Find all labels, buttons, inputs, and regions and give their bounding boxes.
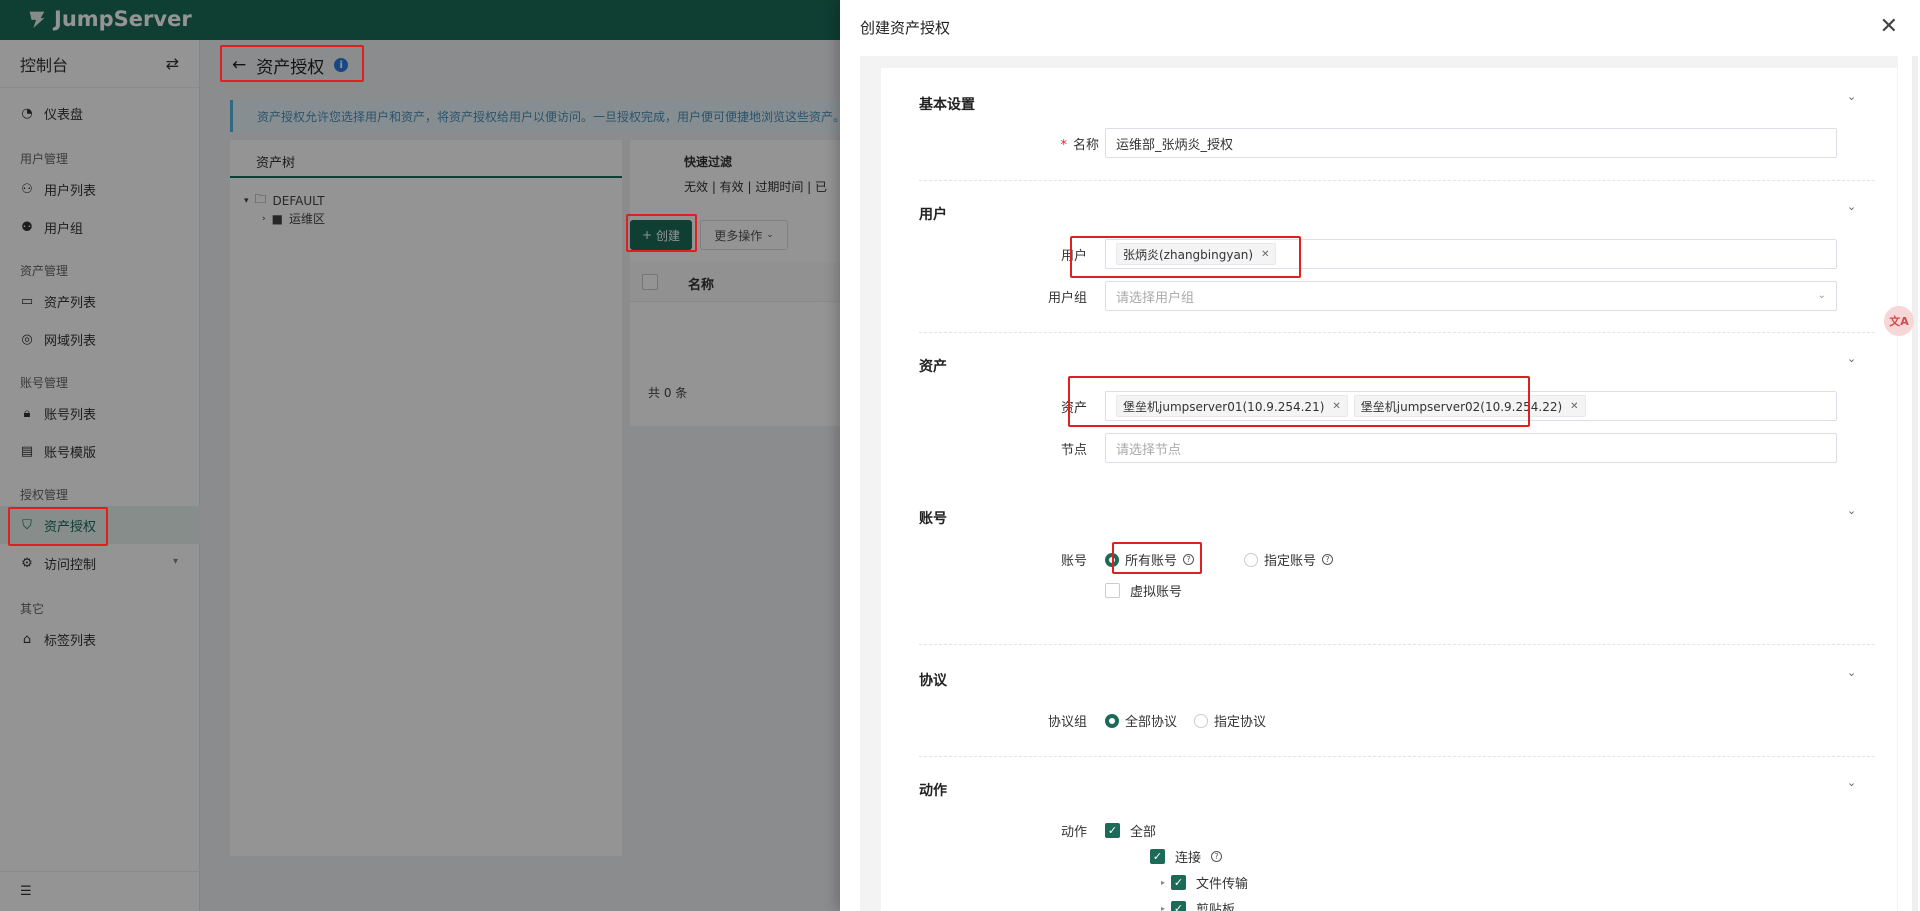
divider [919,332,1875,333]
chevron-down-icon[interactable]: ⌄ [1847,776,1856,789]
users-label: 用户 [1060,249,1087,264]
tag-label: 张炳炎(zhangbingyan) [1123,247,1254,262]
translate-icon[interactable]: 文A [1884,306,1914,336]
chevron-down-icon[interactable]: ⌄ [1847,352,1856,365]
chevron-down-icon[interactable]: ⌄ [1847,90,1856,103]
checkbox-label: 全部 [1130,825,1157,840]
radio-dot [1105,713,1119,728]
check-icon: ✓ [1171,875,1187,890]
checkbox-box [1105,583,1120,598]
check-icon: ✓ [1105,823,1120,838]
assets-select[interactable]: 堡垒机jumpserver01(10.9.254.21) ✕ 堡垒机jumpse… [1105,391,1837,421]
radio-label: 指定协议 [1214,715,1267,730]
section-asset-title: 资产 [919,359,947,375]
protocol-all-radio[interactable]: 全部协议 [1105,711,1177,730]
user-groups-label: 用户组 [1047,291,1087,306]
placeholder: 请选择用户组 [1116,290,1195,306]
nodes-label: 节点 [1060,443,1087,458]
checkbox-label: 文件传输 [1196,877,1249,892]
check-icon: ✓ [1150,849,1165,864]
checkbox-label: 虚拟账号 [1130,585,1183,600]
chevron-down-icon: ⌄ [1817,290,1826,301]
drawer-title: 创建资产授权 [860,18,951,37]
divider [919,180,1875,181]
placeholder: 请选择节点 [1116,442,1182,458]
section-protocol-title: 协议 [919,673,947,689]
name-field-value: 运维部_张炳炎_授权 [1116,137,1234,153]
action-label: 动作 [1060,825,1087,840]
tag-label: 堡垒机jumpserver02(10.9.254.22) [1360,399,1563,414]
virtual-account-checkbox[interactable]: 虚拟账号 [1105,581,1182,600]
radio-label: 所有账号 [1125,554,1178,569]
action-clipboard-checkbox[interactable]: ▸ ✓ 剪贴板 [1161,899,1235,911]
chevron-down-icon[interactable]: ⌄ [1847,666,1856,679]
drawer-body: 基本设置 ⌄ * 名称 运维部_张炳炎_授权 用户 ⌄ 用户 张炳炎(zhangb… [860,56,1898,911]
radio-dot [1244,552,1258,567]
radio-dot [1105,552,1119,567]
section-user-title: 用户 [919,207,947,223]
name-field[interactable]: 运维部_张炳炎_授权 [1105,128,1837,158]
chevron-down-icon[interactable]: ⌄ [1847,200,1856,213]
account-all-radio[interactable]: 所有账号 ? [1105,550,1195,569]
create-permission-drawer: 创建资产授权 ✕ 基本设置 ⌄ * 名称 运维部_张炳炎_授权 用户 ⌄ 用户 张… [840,0,1920,911]
close-icon[interactable]: ✕ [1880,16,1898,38]
protocol-group-label: 协议组 [1047,715,1087,730]
radio-label: 全部协议 [1125,715,1178,730]
divider [919,644,1875,645]
help-icon[interactable]: ? [1183,554,1195,565]
chevron-down-icon[interactable]: ⌄ [1847,504,1856,517]
remove-tag-icon[interactable]: ✕ [1332,401,1340,412]
users-select[interactable]: 张炳炎(zhangbingyan) ✕ [1105,239,1837,269]
action-transfer-checkbox[interactable]: ▸ ✓ 文件传输 [1161,873,1248,892]
nodes-select[interactable]: 请选择节点 [1105,433,1837,463]
selected-asset-tag: 堡垒机jumpserver02(10.9.254.22) ✕ [1353,395,1586,417]
user-groups-select[interactable]: 请选择用户组 ⌄ [1105,281,1837,311]
help-icon[interactable]: ? [1211,851,1223,862]
selected-user-tag: 张炳炎(zhangbingyan) ✕ [1116,243,1277,265]
checkbox-label: 连接 [1175,851,1202,866]
radio-dot [1194,713,1208,728]
action-connect-checkbox[interactable]: ✓ 连接 ? [1150,847,1223,866]
section-basic-title: 基本设置 [919,97,975,113]
tag-label: 堡垒机jumpserver01(10.9.254.21) [1123,399,1325,414]
caret-right-icon[interactable]: ▸ [1161,904,1165,911]
remove-tag-icon[interactable]: ✕ [1570,401,1578,412]
caret-right-icon[interactable]: ▸ [1161,878,1165,887]
checkbox-label: 剪贴板 [1196,903,1236,911]
name-label: * 名称 [1060,138,1099,153]
section-action-title: 动作 [919,783,947,799]
radio-label: 指定账号 [1264,554,1317,569]
action-all-checkbox[interactable]: ✓ 全部 [1105,821,1156,840]
assets-label: 资产 [1060,401,1087,416]
account-specified-radio[interactable]: 指定账号 ? [1244,550,1334,569]
check-icon: ✓ [1171,901,1187,911]
accounts-label: 账号 [1060,554,1087,569]
help-icon[interactable]: ? [1322,554,1334,565]
selected-asset-tag: 堡垒机jumpserver01(10.9.254.21) ✕ [1116,395,1348,417]
divider [919,756,1875,757]
drawer-header: 创建资产授权 ✕ [840,0,1920,54]
section-account-title: 账号 [919,511,947,527]
remove-tag-icon[interactable]: ✕ [1261,249,1269,260]
protocol-specified-radio[interactable]: 指定协议 [1194,711,1266,730]
drawer-scrollbar[interactable] [1912,56,1918,911]
permission-form: 基本设置 ⌄ * 名称 运维部_张炳炎_授权 用户 ⌄ 用户 张炳炎(zhangb… [881,68,1897,911]
